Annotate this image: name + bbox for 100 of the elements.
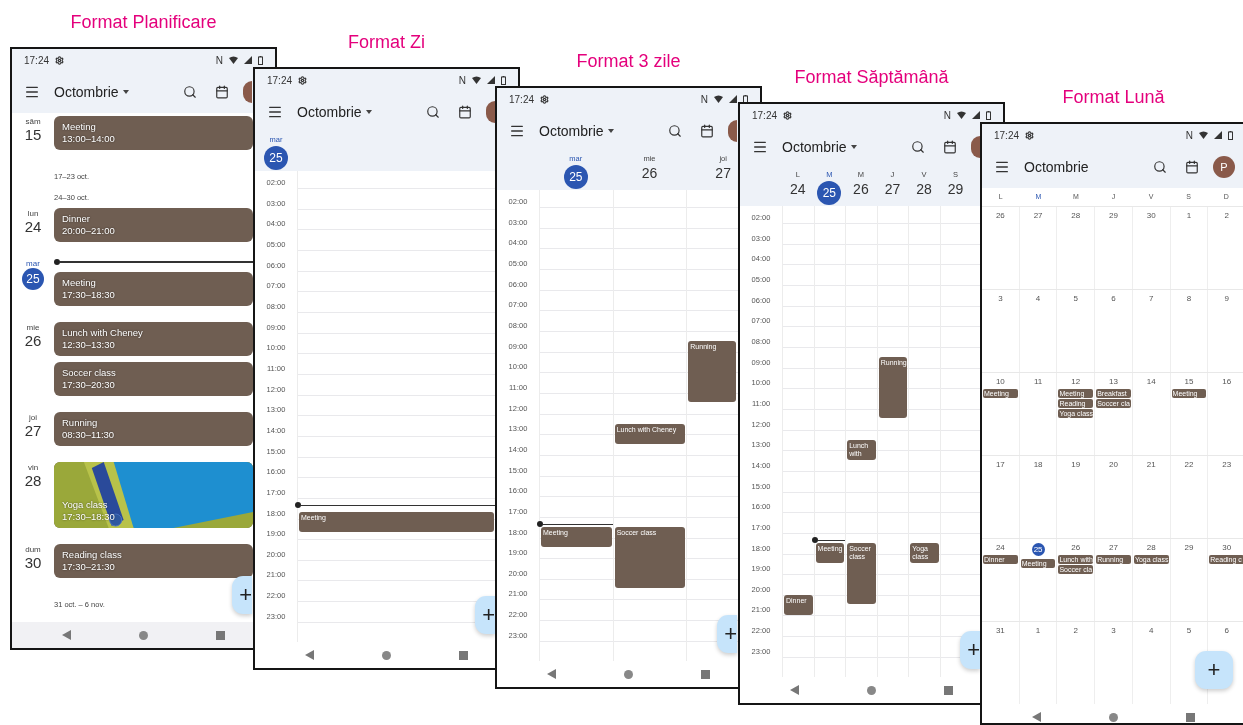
date-number[interactable]: 11 — [1033, 377, 1043, 386]
add-button[interactable]: + — [1195, 651, 1233, 689]
date-number[interactable]: 26 — [24, 332, 42, 349]
date-number[interactable]: 23 — [1222, 460, 1232, 469]
date-number[interactable]: 29 — [1109, 211, 1118, 220]
date-number[interactable]: 14 — [1146, 377, 1156, 386]
event-card[interactable]: Dinner 20:00–21:00 — [54, 208, 253, 242]
date-number[interactable]: 25 — [1031, 543, 1045, 556]
weekday-label: dum — [25, 545, 41, 554]
date-number[interactable]: 27 — [1033, 211, 1043, 220]
date-number[interactable]: 20 — [1109, 460, 1118, 469]
date-number[interactable]: 21 — [1146, 460, 1156, 469]
date-number[interactable]: 2 — [1224, 211, 1229, 220]
weekday-label: lun — [27, 209, 39, 218]
event-time: 20:00–21:00 — [62, 225, 116, 237]
date-number[interactable]: 7 — [1149, 294, 1154, 303]
date-number[interactable]: 18 — [1033, 460, 1043, 469]
view-caption: Format 3 zile — [576, 51, 681, 72]
date-number[interactable]: 22 — [1184, 460, 1194, 469]
date-number[interactable]: 27 — [1109, 543, 1118, 552]
date-number[interactable]: 26 — [853, 181, 869, 197]
date-number[interactable]: 5 — [1186, 626, 1192, 635]
event-time: 08:30–11:30 — [62, 429, 116, 441]
date-number[interactable]: 15 — [1184, 377, 1194, 386]
date-number[interactable]: 30 — [24, 554, 42, 571]
date-number[interactable]: 26 — [1071, 543, 1081, 552]
event-title: Running — [62, 417, 99, 429]
event-card[interactable]: Running 08:30–11:30 — [54, 412, 253, 446]
date-number[interactable]: 2 — [1073, 626, 1078, 635]
nfc-label: N — [1185, 129, 1193, 141]
date-number[interactable]: 24 — [24, 218, 42, 235]
month-title[interactable]: Octombrie — [297, 104, 362, 120]
date-number[interactable]: 1 — [1186, 211, 1192, 220]
weekday-label: mar — [26, 259, 40, 268]
date-number[interactable]: 10 — [995, 377, 1005, 386]
status-time: 17:24 — [509, 93, 535, 105]
date-number[interactable]: 25 — [817, 181, 842, 205]
event-title: Dinner — [62, 213, 91, 225]
date-number[interactable]: 4 — [1149, 626, 1154, 635]
date-number[interactable]: 27 — [884, 181, 901, 197]
date-number[interactable]: 29 — [1184, 543, 1194, 552]
date-number[interactable]: 12 — [1071, 377, 1081, 386]
date-number[interactable]: 26 — [641, 165, 658, 181]
month-title[interactable]: Octombrie — [1024, 159, 1089, 175]
date-number[interactable]: 19 — [1071, 460, 1081, 469]
date-number[interactable]: 27 — [715, 165, 731, 181]
date-number[interactable]: 25 — [563, 165, 588, 189]
status-time: 17:24 — [752, 109, 778, 121]
date-number[interactable]: 30 — [1222, 543, 1232, 552]
date-number[interactable]: 25 — [264, 146, 288, 170]
date-number[interactable]: 8 — [1186, 294, 1192, 303]
date-number[interactable]: 28 — [916, 181, 932, 197]
event-card[interactable]: Reading class 17:30–21:30 — [54, 544, 253, 578]
status-time: 17:24 — [994, 129, 1020, 141]
event-card[interactable]: Meeting 13:00–14:00 — [54, 116, 253, 150]
date-number[interactable]: 28 — [24, 472, 42, 489]
status-time: 17:24 — [24, 54, 50, 66]
nfc-label: N — [700, 93, 708, 105]
event-time: 17:30–21:30 — [62, 561, 116, 573]
date-number[interactable]: 17 — [995, 460, 1005, 469]
date-number[interactable]: 13 — [1109, 377, 1118, 386]
add-button[interactable]: + — [232, 576, 252, 614]
date-number[interactable]: 15 — [24, 126, 42, 143]
date-number[interactable]: 5 — [1073, 294, 1078, 303]
date-number[interactable]: 24 — [995, 543, 1005, 552]
event-time: 17:30–20:30 — [62, 379, 116, 391]
date-number[interactable]: 27 — [24, 422, 42, 439]
date-number[interactable]: 25 — [22, 268, 44, 290]
date-number[interactable]: 28 — [1071, 211, 1081, 220]
date-number[interactable]: 31 — [995, 626, 1005, 635]
date-number[interactable]: 28 — [1146, 543, 1156, 552]
date-number[interactable]: 9 — [1224, 294, 1229, 303]
date-number[interactable]: 3 — [998, 294, 1003, 303]
view-caption: Format Planificare — [70, 12, 217, 33]
event-title: Meeting — [62, 121, 97, 133]
month-title[interactable]: Octombrie — [539, 123, 604, 139]
event-card[interactable]: Lunch with Cheney 12:30–13:30 — [54, 322, 253, 356]
month-title[interactable]: Octombrie — [782, 139, 847, 155]
weekday-label: joi — [29, 413, 37, 422]
date-number[interactable]: 6 — [1111, 294, 1116, 303]
event-card[interactable]: Soccer class 17:30–20:30 — [54, 362, 253, 396]
date-number[interactable]: 24 — [790, 181, 806, 197]
weekday-label: vin — [27, 463, 39, 472]
date-number[interactable]: 1 — [1035, 626, 1041, 635]
date-number[interactable]: 26 — [995, 211, 1005, 220]
view-caption: Format Zi — [348, 32, 425, 53]
weekday-label: săm — [25, 117, 41, 126]
add-button[interactable]: + — [475, 596, 495, 634]
avatar[interactable]: P — [1213, 156, 1235, 178]
date-number[interactable]: 3 — [1111, 626, 1116, 635]
date-number[interactable]: 29 — [947, 181, 964, 197]
date-number[interactable]: 4 — [1035, 294, 1041, 303]
add-button[interactable]: + — [960, 631, 980, 669]
date-number[interactable]: 30 — [1146, 211, 1156, 220]
event-card[interactable]: Meeting 17:30–18:30 — [54, 272, 253, 306]
event-title: Soccer class — [62, 367, 117, 379]
date-number[interactable]: 16 — [1222, 377, 1232, 386]
add-button[interactable]: + — [717, 615, 737, 653]
date-number[interactable]: 6 — [1224, 626, 1229, 635]
month-title[interactable]: Octombrie — [54, 84, 119, 100]
